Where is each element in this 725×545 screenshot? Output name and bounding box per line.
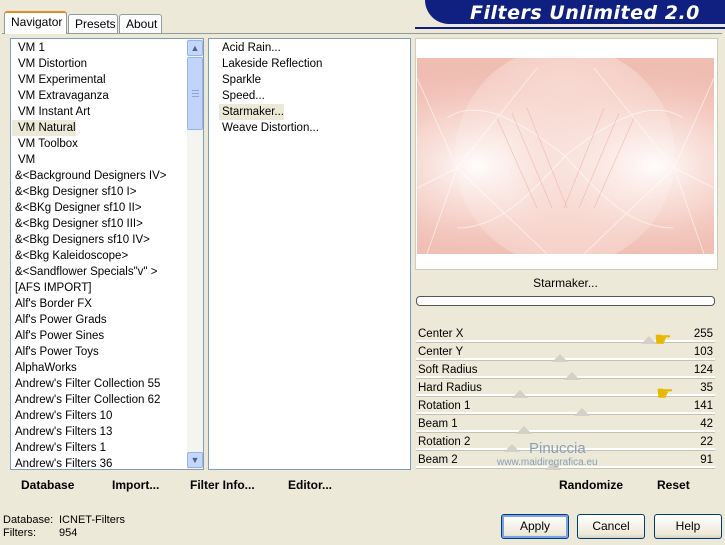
parameter-label: Center Y xyxy=(418,346,464,358)
category-item[interactable]: &<Bkg Designers sf10 IV> xyxy=(12,232,150,248)
category-item[interactable]: &<Bkg Designer sf10 I> xyxy=(12,184,136,200)
category-item[interactable]: VM Experimental xyxy=(12,72,106,88)
parameter-value: 124 xyxy=(693,364,713,376)
progress-bar xyxy=(416,296,715,306)
parameter-row: Beam 1 42 xyxy=(416,417,715,435)
category-item[interactable]: Andrew's Filters 13 xyxy=(12,424,112,440)
database-button[interactable]: Database xyxy=(21,478,74,492)
category-item[interactable]: VM Toolbox xyxy=(12,136,78,152)
filter-list[interactable]: Acid Rain... Lakeside Reflection Sparkle Sp… xyxy=(208,38,411,470)
parameter-label: Beam 1 xyxy=(418,418,458,430)
category-item[interactable]: Andrew's Filter Collection 62 xyxy=(12,392,160,408)
database-status-label: Database: xyxy=(3,514,54,526)
slider-track[interactable] xyxy=(416,430,715,433)
starmaker-preview-graphic xyxy=(417,58,714,254)
category-item[interactable]: Andrew's Filters 36 xyxy=(12,456,112,472)
help-button[interactable]: Help xyxy=(654,514,722,539)
parameter-value: 103 xyxy=(693,346,713,358)
parameter-value: 255 xyxy=(693,328,713,340)
category-item[interactable]: &<BKg Designer sf10 II> xyxy=(12,200,142,216)
slider-knob[interactable] xyxy=(515,426,532,434)
parameter-value: 141 xyxy=(693,400,713,412)
parameter-label: Hard Radius xyxy=(418,382,482,394)
parameter-value: 91 xyxy=(700,454,713,466)
slider-knob[interactable] xyxy=(563,372,580,380)
editor-button[interactable]: Editor... xyxy=(288,478,332,492)
tab-presets[interactable]: Presets xyxy=(68,14,118,33)
category-item[interactable]: &<Background Designers IV> xyxy=(12,168,167,184)
category-item[interactable]: VM 1 xyxy=(12,40,45,56)
database-status-value: ICNET-Filters xyxy=(59,514,125,526)
parameter-label: Rotation 2 xyxy=(418,436,471,448)
app-title: Filters Unlimited 2.0 xyxy=(470,2,700,24)
category-scrollbar[interactable]: ▲ ▼ xyxy=(187,39,203,469)
parameter-value: 22 xyxy=(700,436,713,448)
filter-item[interactable]: Lakeside Reflection xyxy=(219,56,322,72)
parameter-value: 35 xyxy=(700,382,713,394)
category-item[interactable]: Andrew's Filters 10 xyxy=(12,408,112,424)
filters-status-value: 954 xyxy=(59,527,78,539)
category-item[interactable]: Andrew's Filters 1 xyxy=(12,440,106,456)
category-item[interactable]: Andrew's Filter Collection 55 xyxy=(12,376,160,392)
pointing-hand-icon: ☛ xyxy=(654,329,672,351)
scroll-thumb[interactable] xyxy=(187,57,203,130)
slider-knob[interactable] xyxy=(573,408,590,416)
category-item[interactable]: VM Extravaganza xyxy=(12,88,109,104)
category-item[interactable]: VM Distortion xyxy=(12,56,87,72)
import-button[interactable]: Import... xyxy=(112,478,159,492)
pointing-hand-icon: ☛ xyxy=(656,383,674,405)
category-item[interactable]: AlphaWorks xyxy=(12,360,77,376)
category-item[interactable]: &<Sandflower Specials"v" > xyxy=(12,264,157,280)
tab-navigator[interactable]: Navigator xyxy=(4,11,67,34)
category-item[interactable]: Alf's Power Sines xyxy=(12,328,104,344)
slider-knob[interactable] xyxy=(551,354,568,362)
parameter-label: Rotation 1 xyxy=(418,400,471,412)
filter-item[interactable]: Acid Rain... xyxy=(219,40,281,56)
category-item[interactable]: VM Natural xyxy=(12,120,76,136)
filter-item[interactable]: Speed... xyxy=(219,88,265,104)
filters-status-label: Filters: xyxy=(3,527,36,539)
reset-button[interactable]: Reset xyxy=(657,478,690,492)
category-item[interactable]: VM xyxy=(12,152,35,168)
watermark: Pinuccia www.maidiregrafica.eu xyxy=(497,440,598,468)
slider-track[interactable] xyxy=(416,412,715,415)
parameter-label: Beam 2 xyxy=(418,454,458,466)
parameter-label: Soft Radius xyxy=(418,364,478,376)
preview-image xyxy=(417,58,714,254)
filter-item[interactable]: Sparkle xyxy=(219,72,261,88)
filter-info-button[interactable]: Filter Info... xyxy=(190,478,255,492)
category-item[interactable]: &<Bkg Designer sf10 III> xyxy=(12,216,143,232)
category-item[interactable]: Alf's Power Toys xyxy=(12,344,99,360)
category-item[interactable]: &<Bkg Kaleidoscope> xyxy=(12,248,128,264)
parameter-label: Center X xyxy=(418,328,464,340)
category-list[interactable]: VM 1 VM Distortion VM Experimental VM Extra… xyxy=(10,38,204,470)
category-item[interactable]: Alf's Power Grads xyxy=(12,312,107,328)
parameter-value: 42 xyxy=(700,418,713,430)
scroll-up-button[interactable]: ▲ xyxy=(187,40,203,56)
cancel-button[interactable]: Cancel xyxy=(577,514,645,539)
slider-knob[interactable] xyxy=(511,390,528,398)
randomize-button[interactable]: Randomize xyxy=(559,478,623,492)
scroll-down-button[interactable]: ▼ xyxy=(187,452,203,468)
parameter-row: Soft Radius 124 xyxy=(416,363,715,381)
category-item[interactable]: VM Instant Art xyxy=(12,104,90,120)
filter-item[interactable]: Starmaker... xyxy=(219,104,284,120)
apply-button[interactable]: Apply xyxy=(501,514,569,539)
filter-item[interactable]: Weave Distortion... xyxy=(219,120,319,136)
category-item[interactable]: [AFS IMPORT] xyxy=(12,280,91,296)
tab-about[interactable]: About xyxy=(119,14,162,33)
category-item[interactable]: Alf's Border FX xyxy=(12,296,92,312)
filter-name-label: Starmaker... xyxy=(533,276,598,290)
banner-underline xyxy=(415,27,725,29)
